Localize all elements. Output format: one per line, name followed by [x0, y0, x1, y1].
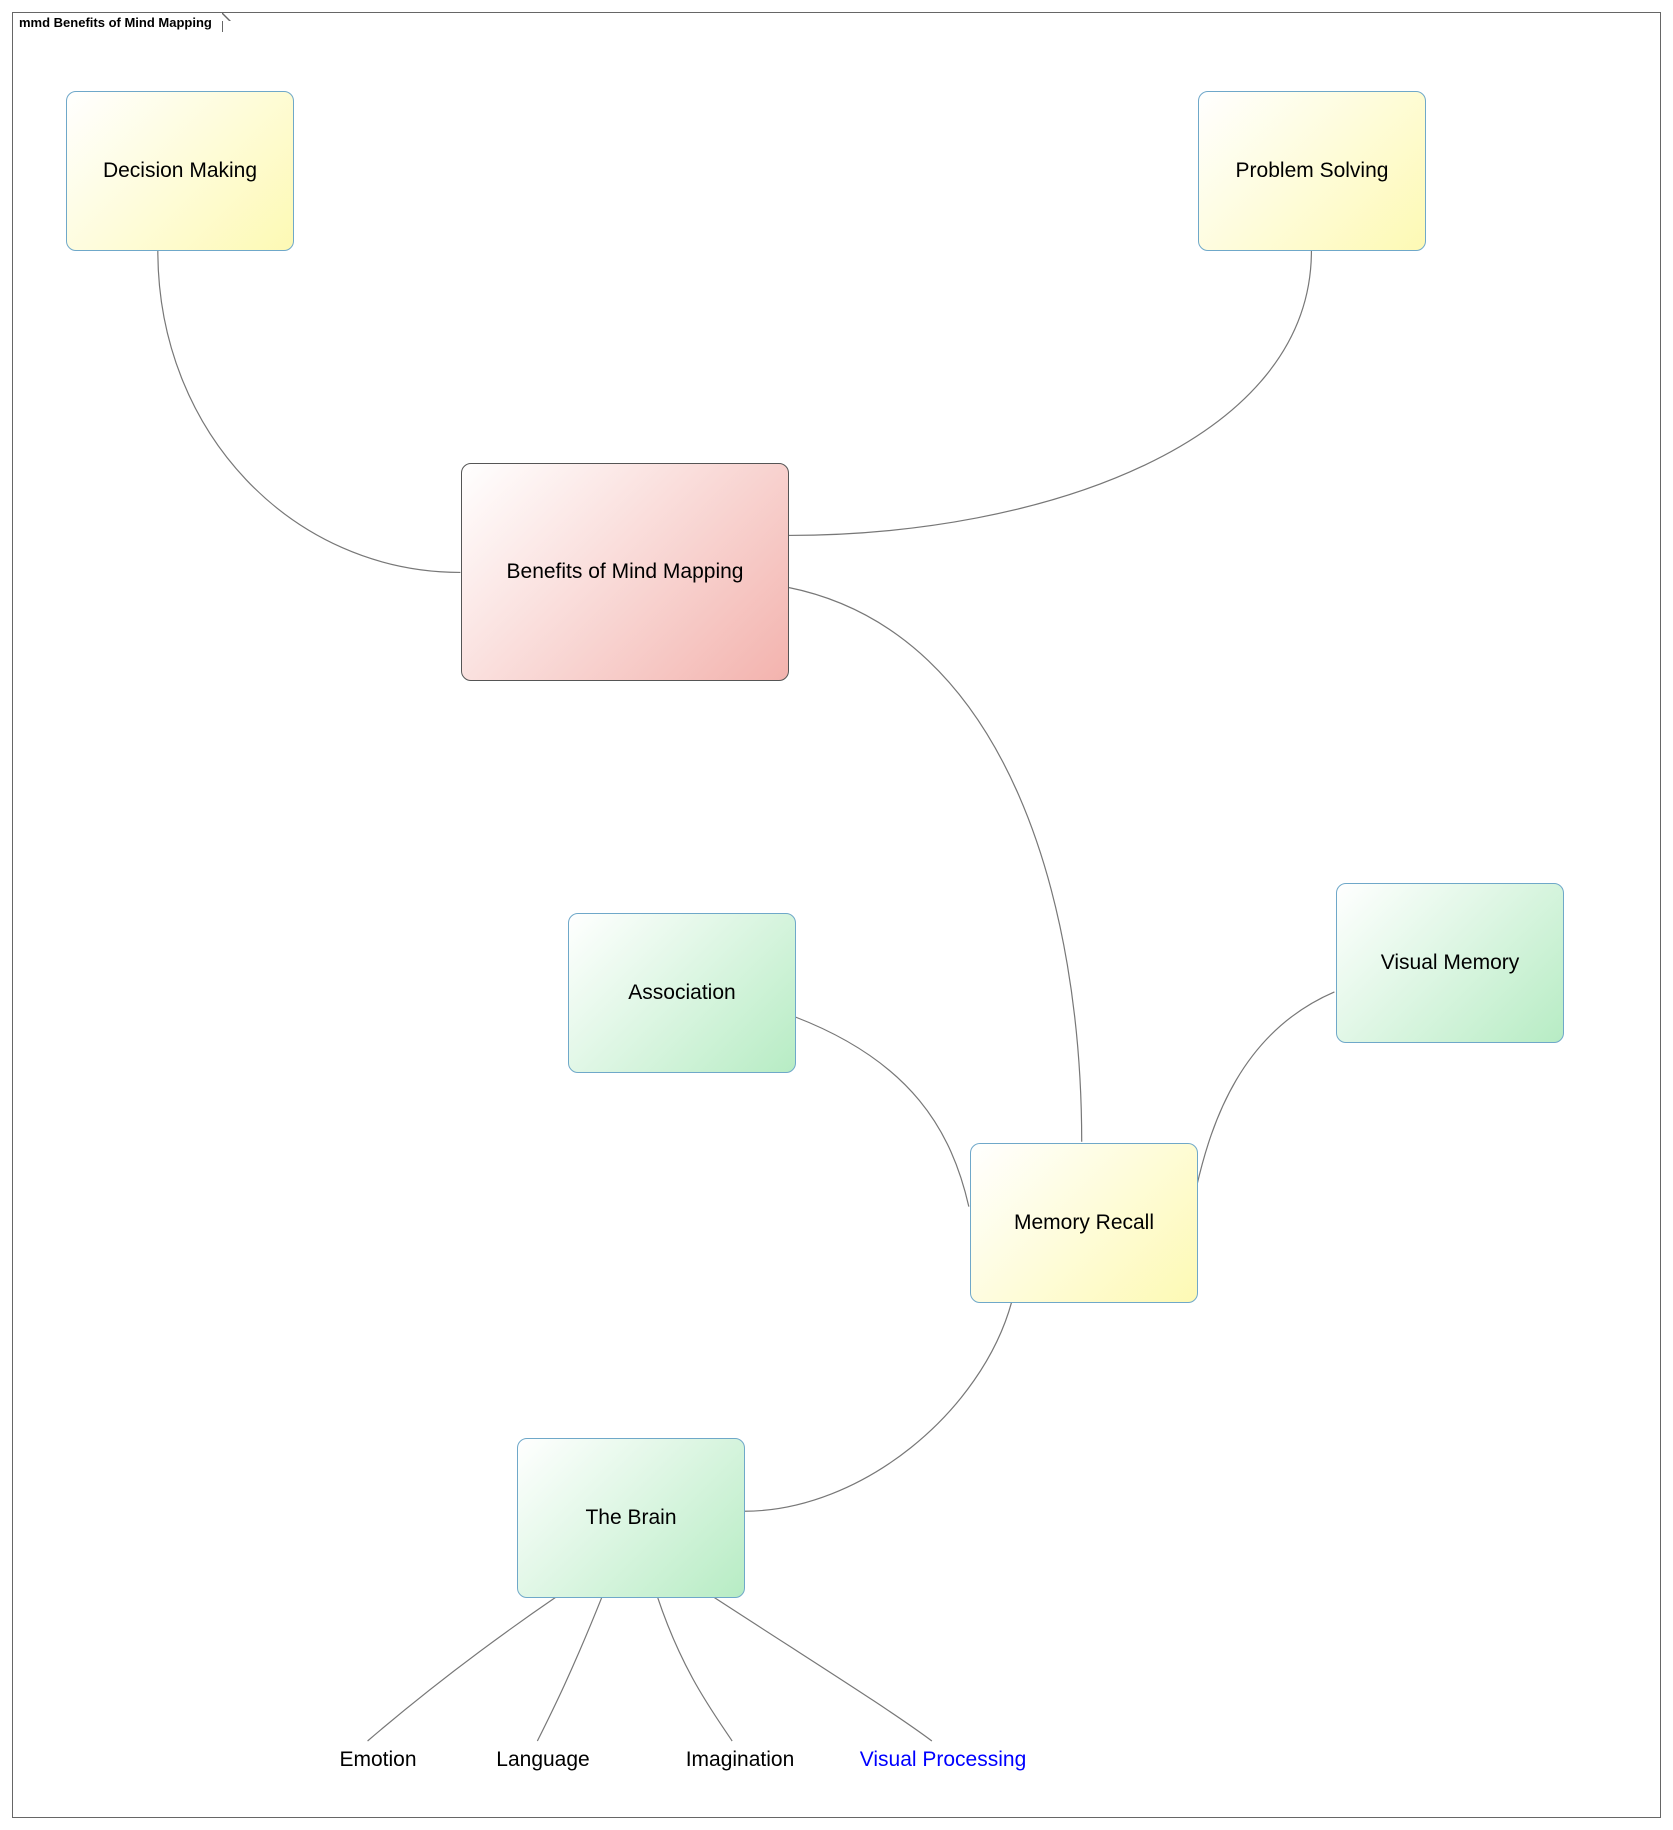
edge: [368, 1596, 558, 1741]
diagram-frame: mmd Benefits of Mind Mapping Decision Ma…: [12, 12, 1661, 1818]
node-memory-recall[interactable]: Memory Recall: [970, 1143, 1198, 1303]
edge: [795, 1017, 969, 1207]
leaf-visual-processing[interactable]: Visual Processing: [833, 1748, 1053, 1772]
leaf-label-text: Visual Processing: [860, 1748, 1027, 1771]
edge: [744, 1302, 1012, 1512]
node-label: Decision Making: [103, 159, 257, 183]
node-label: Memory Recall: [1014, 1211, 1154, 1235]
edge: [712, 1596, 932, 1741]
edge: [1197, 992, 1335, 1187]
leaf-label-text: Language: [496, 1748, 589, 1771]
node-label: The Brain: [585, 1506, 676, 1530]
edge: [788, 587, 1082, 1141]
edge: [657, 1596, 732, 1741]
node-benefits[interactable]: Benefits of Mind Mapping: [461, 463, 789, 681]
node-label: Association: [628, 981, 735, 1005]
edge: [158, 251, 461, 573]
edge: [537, 1596, 602, 1741]
edge: [788, 251, 1311, 536]
frame-title: mmd Benefits of Mind Mapping: [19, 15, 212, 30]
node-visual-memory[interactable]: Visual Memory: [1336, 883, 1564, 1043]
node-label: Benefits of Mind Mapping: [507, 560, 744, 584]
node-the-brain[interactable]: The Brain: [517, 1438, 745, 1598]
node-label: Visual Memory: [1381, 951, 1520, 975]
leaf-language[interactable]: Language: [473, 1748, 613, 1772]
leaf-label-text: Imagination: [686, 1748, 795, 1771]
node-association[interactable]: Association: [568, 913, 796, 1073]
leaf-emotion[interactable]: Emotion: [318, 1748, 438, 1772]
node-problem-solving[interactable]: Problem Solving: [1198, 91, 1426, 251]
leaf-imagination[interactable]: Imagination: [660, 1748, 820, 1772]
leaf-label-text: Emotion: [339, 1748, 416, 1771]
frame-title-tab: mmd Benefits of Mind Mapping: [12, 12, 223, 32]
node-decision-making[interactable]: Decision Making: [66, 91, 294, 251]
node-label: Problem Solving: [1236, 159, 1389, 183]
